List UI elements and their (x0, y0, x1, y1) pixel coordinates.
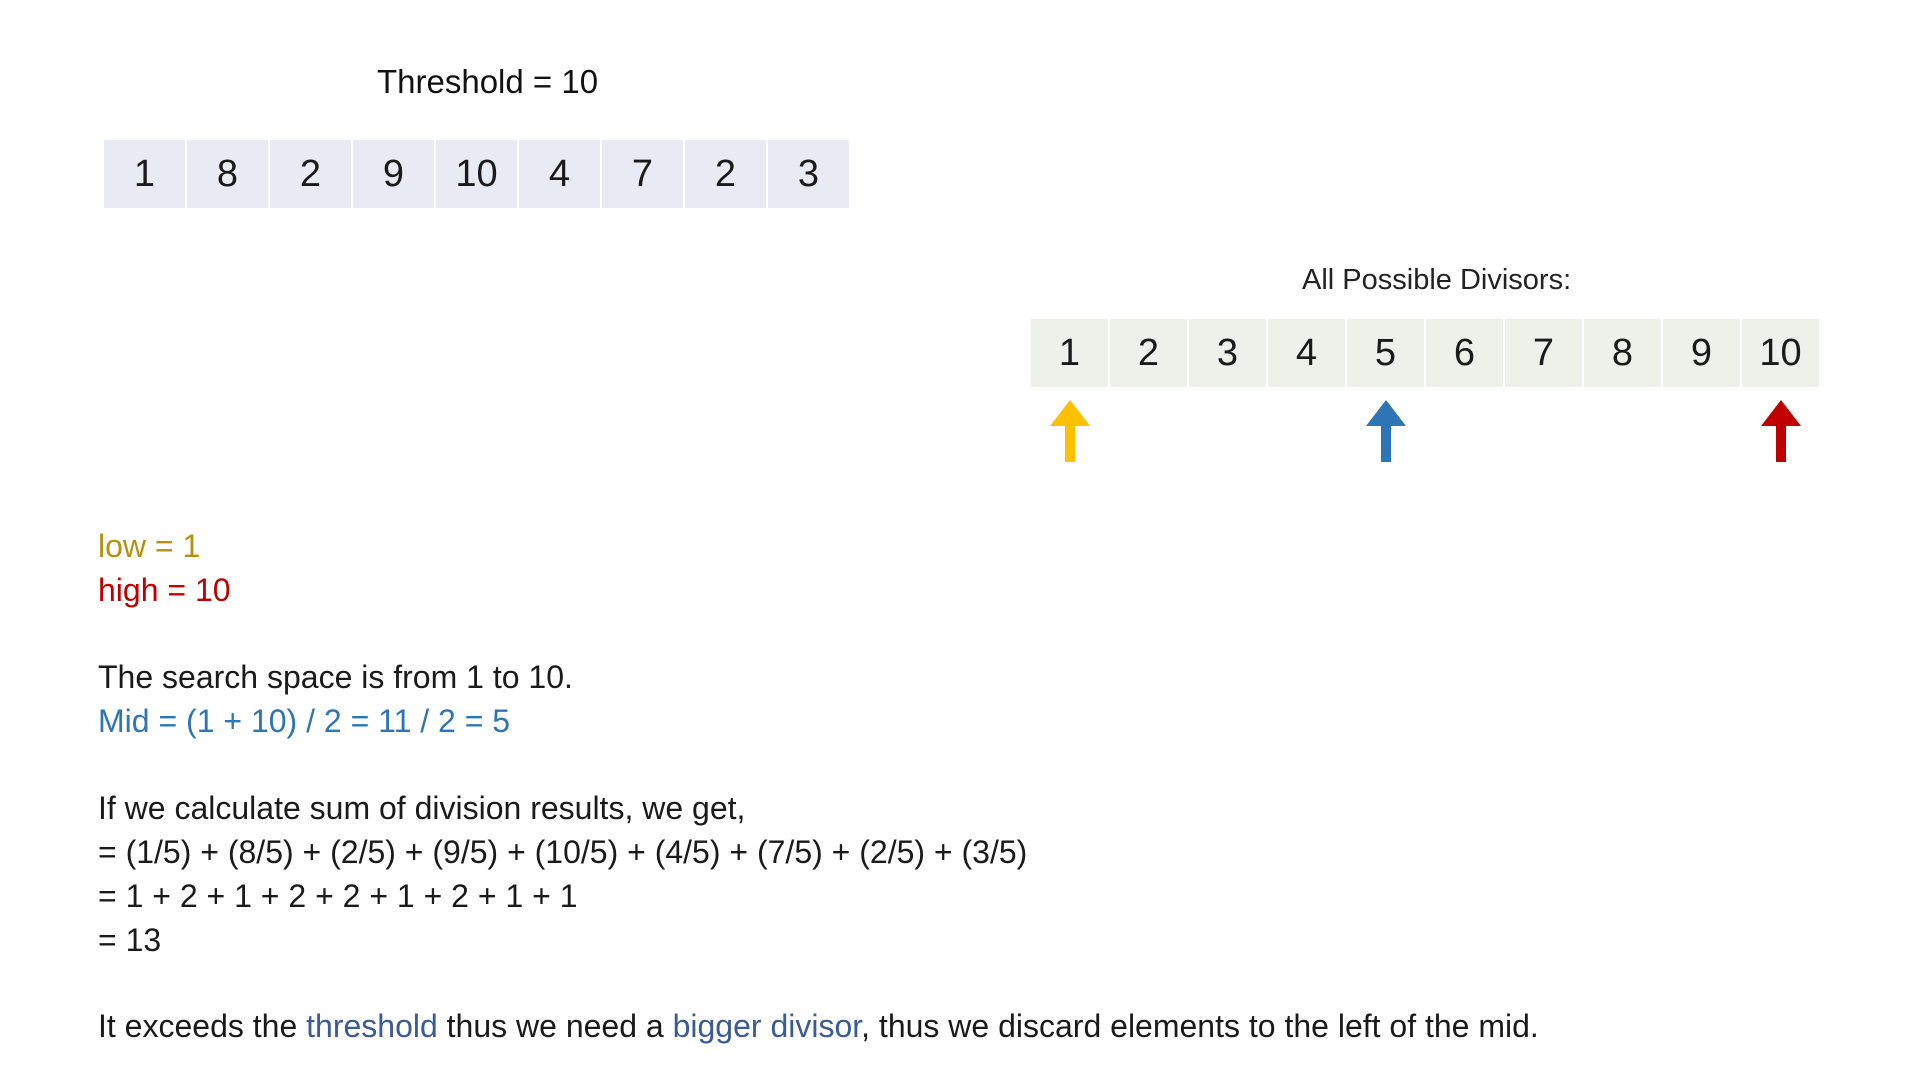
divisor-cell: 10 (1742, 319, 1819, 387)
divisor-array: 1 2 3 4 5 6 7 8 9 10 (1031, 319, 1821, 387)
input-array-cell: 2 (270, 140, 351, 208)
high-label: high = 10 (98, 572, 231, 608)
input-array-cell: 4 (519, 140, 600, 208)
divisor-cell: 9 (1663, 319, 1740, 387)
calc-line-3: = 13 (98, 922, 162, 958)
conclusion-part-3: , thus we discard elements to the left o… (861, 1008, 1539, 1044)
divisors-label: All Possible Divisors: (1302, 264, 1572, 296)
input-array-cell: 10 (436, 140, 517, 208)
low-pointer-arrow-icon (1049, 400, 1090, 462)
input-array-cell: 2 (685, 140, 766, 208)
input-array-cell: 1 (104, 140, 185, 208)
threshold-highlight: threshold (306, 1008, 438, 1044)
divisor-cell: 4 (1268, 319, 1345, 387)
divisor-cell: 2 (1110, 319, 1187, 387)
search-space-text: The search space is from 1 to 10. (98, 659, 573, 695)
input-array-cell: 9 (353, 140, 434, 208)
mid-pointer-arrow-icon (1365, 400, 1406, 462)
low-label: low = 1 (98, 528, 201, 564)
conclusion-text: It exceeds the threshold thus we need a … (98, 1004, 1539, 1048)
divisor-cell: 6 (1426, 319, 1503, 387)
conclusion-part-1: It exceeds the (98, 1008, 307, 1044)
input-array-cell: 3 (768, 140, 849, 208)
input-array-cell: 7 (602, 140, 683, 208)
bigger-divisor-highlight: bigger divisor (672, 1008, 862, 1044)
divisor-cell: 8 (1584, 319, 1661, 387)
mid-calculation: Mid = (1 + 10) / 2 = 11 / 2 = 5 (98, 703, 511, 739)
input-array: 1 8 2 9 10 4 7 2 3 (104, 140, 851, 208)
divisor-cell: 3 (1189, 319, 1266, 387)
divisor-cell: 1 (1031, 319, 1108, 387)
calc-line-1: = (1/5) + (8/5) + (2/5) + (9/5) + (10/5)… (98, 834, 1028, 870)
calc-line-2: = 1 + 2 + 1 + 2 + 2 + 1 + 2 + 1 + 1 (98, 878, 578, 914)
threshold-title: Threshold = 10 (377, 63, 599, 100)
conclusion-part-2: thus we need a (437, 1008, 673, 1044)
divisor-cell: 7 (1505, 319, 1582, 387)
calc-intro: If we calculate sum of division results,… (98, 790, 746, 826)
divisor-cell: 5 (1347, 319, 1424, 387)
high-pointer-arrow-icon (1760, 400, 1801, 462)
input-array-cell: 8 (187, 140, 268, 208)
